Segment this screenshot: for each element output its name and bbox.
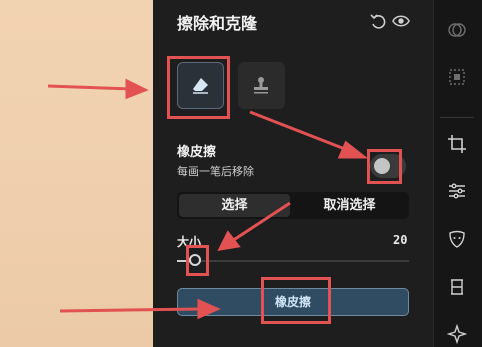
arrow-to-toggle xyxy=(249,110,351,153)
annotation-arrows xyxy=(47,78,369,320)
arrow-head-eraser-tool xyxy=(125,78,149,100)
arrow-to-eraser-tool xyxy=(47,84,131,91)
arrow-head-apply-button xyxy=(197,298,221,320)
arrow-to-slider xyxy=(231,201,291,243)
arrow-to-apply-button xyxy=(59,307,201,313)
arrow-head-slider xyxy=(217,230,241,251)
arrow-head-toggle xyxy=(337,140,369,159)
